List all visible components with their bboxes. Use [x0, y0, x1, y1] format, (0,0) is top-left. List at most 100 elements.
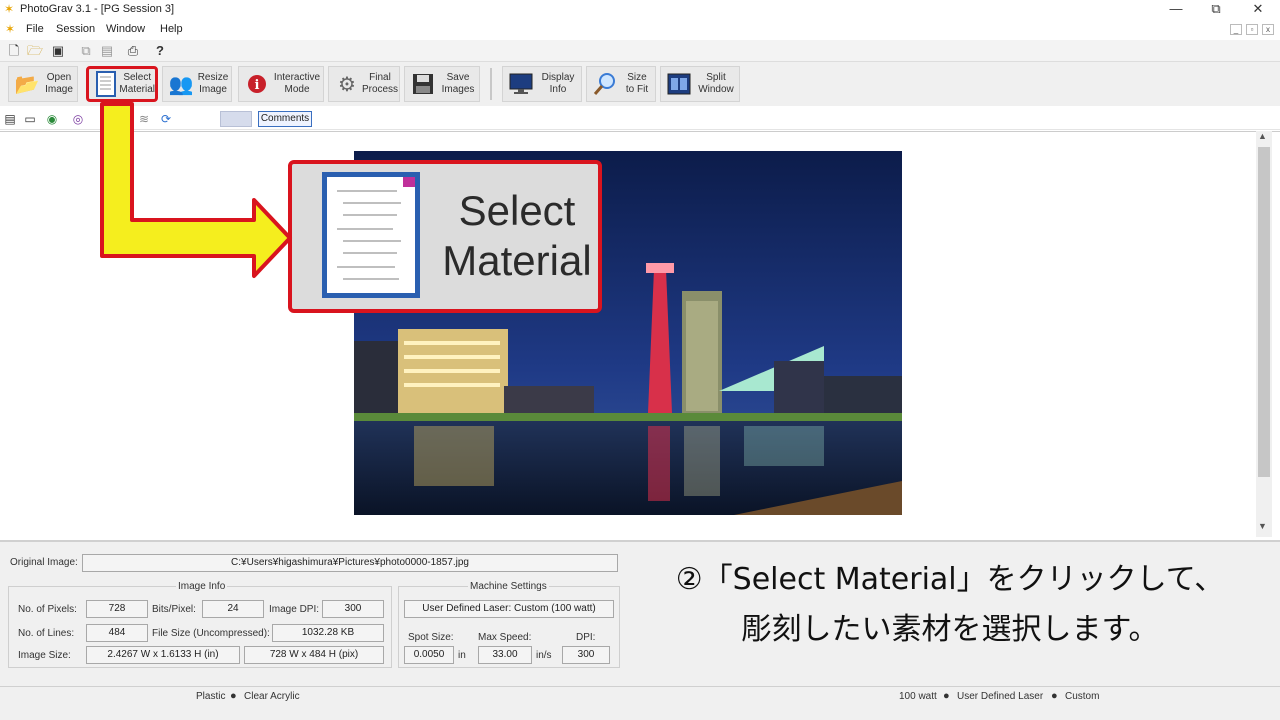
pixels-value: 728 [86, 600, 148, 618]
final-process-label: Final Process [361, 72, 399, 95]
split-window-label: Split Window [698, 72, 734, 95]
instruction-line-1: ②「Select Material」をクリックして、 [675, 562, 1225, 597]
restore-button[interactable]: ⧉ [1200, 0, 1232, 18]
status-bullet-icon: ● [230, 690, 237, 702]
status-material-name: Clear Acrylic [244, 691, 300, 702]
interactive-mode-button[interactable]: i Interactive Mode [238, 66, 324, 102]
folder-open-icon: 📂 [14, 73, 40, 96]
svg-text:i: i [255, 78, 260, 93]
status-custom: Custom [1065, 691, 1100, 702]
max-speed-value: 33.00 [478, 646, 532, 664]
close-button[interactable]: ✕ [1242, 0, 1274, 18]
lines-label: No. of Lines: [18, 628, 75, 639]
spot-unit: in [458, 650, 466, 661]
minimize-button[interactable]: — [1160, 0, 1192, 18]
vertical-scrollbar[interactable]: ▲ ▼ [1256, 131, 1272, 537]
info-icon: i [243, 70, 271, 98]
callout-line-2: Material [442, 237, 592, 284]
instruction-caption: ②「Select Material」をクリックして、 彫刻したい素材を選択します… [620, 555, 1280, 655]
size-to-fit-label: Size to Fit [625, 72, 649, 95]
instruction-line-2: 彫刻したい素材を選択します。 [741, 612, 1159, 647]
callout-label: Select Material [432, 186, 602, 286]
doc-star-icon: ✶ [5, 22, 16, 36]
select-material-label: Select Material [119, 72, 155, 95]
status-bullet-icon: ● [943, 690, 950, 702]
resize-image-button[interactable]: 👥 Resize Image [162, 66, 232, 102]
monitor-icon [507, 70, 535, 98]
magnifier-icon [591, 70, 619, 98]
callout-material-icon [322, 172, 420, 298]
image-size-inches: 2.4267 W x 1.6133 H (in) [86, 646, 240, 664]
final-process-button[interactable]: ⚙ Final Process [328, 66, 400, 102]
filesize-label: File Size (Uncompressed): [152, 628, 270, 639]
max-speed-label: Max Speed: [478, 632, 532, 643]
help-icon[interactable]: ? [152, 43, 168, 59]
window-title: PhotoGrav 3.1 - [PG Session 3] [20, 3, 175, 15]
status-laser: User Defined Laser [957, 691, 1044, 702]
menu-file[interactable]: File [26, 23, 44, 35]
open-folder-icon[interactable]: 🗁 [27, 43, 43, 59]
image-size-label: Image Size: [18, 650, 71, 661]
save-images-button[interactable]: Save Images [404, 66, 480, 102]
highlight-arrow [100, 102, 292, 278]
save-images-label: Save Images [441, 72, 475, 95]
machine-dpi-label: DPI: [576, 632, 596, 643]
toolbar-separator [490, 68, 492, 100]
bits-label: Bits/Pixel: [152, 604, 196, 615]
menu-bar: ✶ File Session Window Help [0, 20, 1280, 40]
original-image-path: C:¥Users¥higashimura¥Pictures¥photo0000-… [82, 554, 618, 572]
machine-settings-title: Machine Settings [468, 581, 549, 592]
menu-window[interactable]: Window [106, 23, 145, 35]
people-resize-icon: 👥 [168, 73, 194, 96]
bits-value: 24 [202, 600, 264, 618]
interactive-mode-label: Interactive Mode [273, 72, 321, 95]
mdi-minimize-button[interactable]: _ [1230, 24, 1242, 35]
spot-size-value: 0.0050 [404, 646, 454, 664]
callout-line-1: Select [458, 187, 576, 234]
resize-image-label: Resize Image [197, 72, 229, 95]
display-info-button[interactable]: Display Info [502, 66, 582, 102]
target-icon[interactable]: ◎ [70, 111, 86, 127]
paste-icon[interactable]: ▤ [99, 43, 115, 59]
app-star-icon: ✶ [4, 2, 15, 16]
select-material-button[interactable]: Select Material [86, 66, 158, 102]
mdi-close-button[interactable]: x [1262, 24, 1274, 35]
open-image-button[interactable]: 📂 Open Image [8, 66, 78, 102]
menu-help[interactable]: Help [160, 23, 183, 35]
globe-icon[interactable]: ◉ [44, 111, 60, 127]
copy-icon[interactable]: ⧉ [78, 43, 94, 59]
material-list-icon [93, 70, 119, 98]
gear-icon: ⚙ [338, 73, 356, 96]
menu-session[interactable]: Session [56, 23, 95, 35]
size-to-fit-button[interactable]: Size to Fit [586, 66, 656, 102]
spot-size-label: Spot Size: [408, 632, 454, 643]
dpi-label: Image DPI: [269, 604, 320, 615]
view-window-icon[interactable]: ▭ [22, 111, 38, 127]
status-wattage: 100 watt [899, 691, 937, 702]
title-bar: ✶ PhotoGrav 3.1 - [PG Session 3] — ⧉ ✕ [0, 0, 1280, 20]
new-file-icon[interactable]: 🗋 [6, 43, 22, 59]
filesize-value: 1032.28 KB [272, 624, 384, 642]
select-material-callout: Select Material [288, 160, 602, 313]
save-icon[interactable]: ▣ [50, 43, 66, 59]
pixels-label: No. of Pixels: [18, 604, 77, 615]
image-info-title: Image Info [176, 581, 228, 592]
laser-value: User Defined Laser: Custom (100 watt) [404, 600, 614, 618]
lines-value: 484 [86, 624, 148, 642]
status-bullet-icon: ● [1051, 690, 1058, 702]
view-list-icon[interactable]: ▤ [2, 111, 18, 127]
machine-dpi-value: 300 [562, 646, 610, 664]
image-size-pixels: 728 W x 484 H (pix) [244, 646, 384, 664]
display-info-label: Display Info [541, 72, 575, 95]
quick-toolbar: 🗋 🗁 ▣ ⧉ ▤ ⎙ ? [0, 40, 1280, 62]
open-image-label: Open Image [45, 72, 73, 95]
scroll-down-icon[interactable]: ▼ [1258, 521, 1267, 531]
mdi-restore-button[interactable]: ▫ [1246, 24, 1258, 35]
status-material-category: Plastic [196, 691, 226, 702]
status-divider [0, 686, 1280, 687]
scroll-thumb[interactable] [1258, 147, 1270, 477]
split-window-button[interactable]: Split Window [660, 66, 740, 102]
original-image-label: Original Image: [10, 557, 78, 568]
scroll-up-icon[interactable]: ▲ [1258, 131, 1267, 141]
print-icon[interactable]: ⎙ [125, 43, 141, 59]
